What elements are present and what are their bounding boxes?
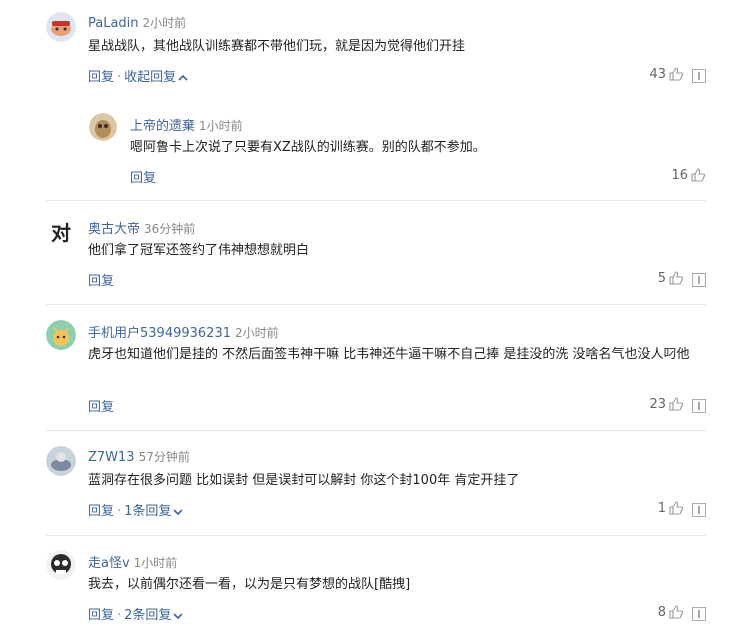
like-count: 16 <box>671 167 688 183</box>
thumbs-up-icon <box>669 605 684 619</box>
thumbs-up-icon <box>669 501 684 515</box>
reply-username[interactable]: 上帝的遗棄 <box>130 119 195 134</box>
reply-button[interactable]: 回复 <box>88 70 114 85</box>
expand-replies-button[interactable]: 1条回复 <box>124 504 184 519</box>
like-count: 8 <box>657 604 666 620</box>
divider <box>46 430 706 431</box>
reply-button[interactable]: 回复 <box>88 504 114 519</box>
like-button[interactable]: 1 <box>658 500 684 516</box>
comment-actions: 回复 <box>88 270 114 289</box>
expand-replies-label: 2条回复 <box>124 608 172 623</box>
like-button[interactable]: 43 <box>649 66 684 82</box>
thumbs-up-icon <box>691 168 706 182</box>
reply-avatar[interactable] <box>89 113 117 141</box>
comment-text: 蓝洞存在很多问题 比如误封 但是误封可以解封 你这个封100年 肯定开挂了 <box>88 473 520 488</box>
timestamp: 2小时前 <box>234 326 279 340</box>
reply-button[interactable]: 回复 <box>88 400 114 415</box>
comment-header: 奥古大帝 36分钟前 <box>88 218 195 237</box>
collapse-replies-button[interactable]: 收起回复 <box>124 70 188 85</box>
comment-item: Z7W13 57分钟前 蓝洞存在很多问题 比如误封 但是误封可以解封 你这个封10… <box>0 436 734 536</box>
avatar[interactable] <box>46 320 76 350</box>
avatar[interactable] <box>46 446 76 476</box>
username[interactable]: PaLadin <box>88 16 139 31</box>
comment-item: PaLadin 2小时前 星战战队，其他战队训练赛都不带他们玩，就是因为觉得他们开… <box>0 0 734 206</box>
like-button[interactable]: 23 <box>649 396 684 412</box>
username[interactable]: Z7W13 <box>88 450 135 465</box>
reply-button[interactable]: 回复 <box>130 171 156 186</box>
expand-replies-label: 1条回复 <box>124 504 172 519</box>
timestamp: 36分钟前 <box>144 222 196 236</box>
comment-actions: 回复 · 2条回复 <box>88 604 184 623</box>
comment-actions: 回复 <box>88 396 114 415</box>
comment-item: 走a怪v 1小时前 我去，以前偶尔还看一看，以为是只有梦想的战队[酷拽] 回复 · 2… <box>0 540 734 642</box>
divider <box>46 304 706 305</box>
avatar[interactable] <box>46 550 76 580</box>
reply-header: 上帝的遗棄 1小时前 <box>130 115 243 134</box>
timestamp: 57分钟前 <box>138 450 190 464</box>
username[interactable]: 手机用户53949936231 <box>88 326 231 341</box>
comment-item: 对 奥古大帝 36分钟前 他们拿了冠军还签约了伟神想想就明白 回复 5 <box>0 206 734 304</box>
thumbs-up-icon <box>669 397 684 411</box>
cartoon-avatar-icon <box>46 320 76 350</box>
comment-header: Z7W13 57分钟前 <box>88 448 190 465</box>
comment-actions: 回复 · 1条回复 <box>88 500 184 519</box>
like-button[interactable]: 8 <box>658 604 684 620</box>
reply-like-button[interactable]: 16 <box>671 167 706 183</box>
collapse-replies-label: 收起回复 <box>124 70 177 85</box>
chevron-up-icon <box>178 74 188 81</box>
photo-avatar-icon <box>89 113 117 141</box>
comment-header: PaLadin 2小时前 <box>88 14 186 31</box>
report-icon[interactable] <box>692 503 706 517</box>
reply-text: 嗯阿鲁卡上次说了只要有XZ战队的训练赛。别的队都不参加。 <box>130 140 486 155</box>
report-icon[interactable] <box>692 399 706 413</box>
skull-avatar-icon <box>46 550 76 580</box>
comment-text: 虎牙也知道他们是挂的 不然后面签韦神干嘛 比韦神还牛逼干嘛不自己捧 是挂没的洗 … <box>88 347 690 362</box>
avatar-text: 对 <box>51 220 71 245</box>
comment-item: 手机用户53949936231 2小时前 虎牙也知道他们是挂的 不然后面签韦神干嘛… <box>0 310 734 432</box>
like-count: 5 <box>657 270 666 286</box>
reply-button[interactable]: 回复 <box>88 608 114 623</box>
avatar[interactable] <box>46 12 76 42</box>
username[interactable]: 走a怪v <box>88 556 130 571</box>
expand-replies-button[interactable]: 2条回复 <box>124 608 184 623</box>
divider <box>46 200 706 201</box>
avatar[interactable]: 对 <box>46 216 76 246</box>
divider <box>46 535 706 536</box>
comment-text: 我去，以前偶尔还看一看，以为是只有梦想的战队[酷拽] <box>88 577 411 592</box>
comment-text: 他们拿了冠军还签约了伟神想想就明白 <box>88 243 310 258</box>
timestamp: 1小时前 <box>133 556 178 570</box>
chevron-down-icon <box>173 508 184 515</box>
report-icon[interactable] <box>692 69 706 83</box>
separator: · <box>117 504 122 519</box>
comment-text: 星战战队，其他战队训练赛都不带他们玩，就是因为觉得他们开挂 <box>88 39 466 54</box>
comment-header: 走a怪v 1小时前 <box>88 552 177 571</box>
cartoon-avatar-icon <box>46 12 76 42</box>
thumbs-up-icon <box>669 67 684 81</box>
timestamp: 2小时前 <box>142 16 187 30</box>
report-icon[interactable] <box>692 273 706 287</box>
like-count: 1 <box>657 500 666 516</box>
reply-actions: 回复 <box>130 167 156 186</box>
like-button[interactable]: 5 <box>658 270 684 286</box>
chevron-down-icon <box>173 612 184 619</box>
comment-header: 手机用户53949936231 2小时前 <box>88 322 279 341</box>
photo-avatar-icon <box>46 446 76 476</box>
report-icon[interactable] <box>692 607 706 621</box>
separator: · <box>117 70 122 85</box>
reply-timestamp: 1小时前 <box>199 119 243 133</box>
like-count: 43 <box>649 66 666 82</box>
username[interactable]: 奥古大帝 <box>88 222 140 237</box>
comment-actions: 回复 · 收起回复 <box>88 66 188 85</box>
separator: · <box>117 608 122 623</box>
reply-button[interactable]: 回复 <box>88 274 114 289</box>
like-count: 23 <box>649 396 666 412</box>
thumbs-up-icon <box>669 271 684 285</box>
